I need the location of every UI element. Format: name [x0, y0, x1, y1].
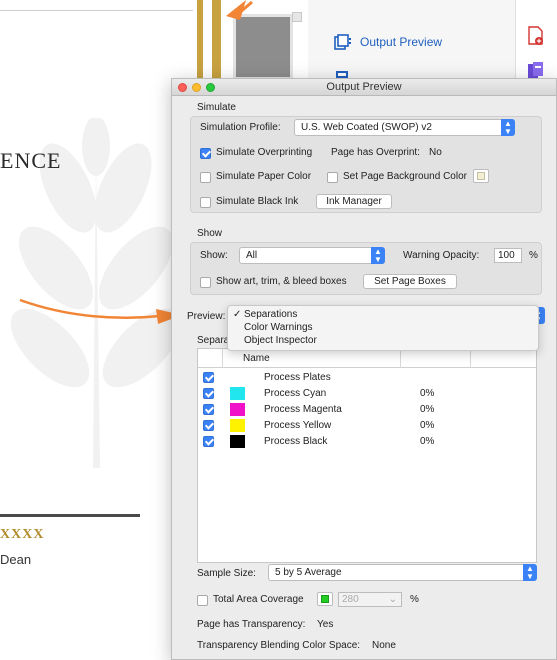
warning-opacity-field[interactable]: 100 [494, 248, 522, 263]
checkmark-icon: ✓ [233, 309, 242, 320]
separation-color-swatch [230, 435, 245, 448]
table-header: Name [198, 349, 536, 368]
ink-manager-button[interactable]: Ink Manager [316, 194, 392, 209]
table-row[interactable]: Process Magenta 0% [198, 402, 536, 418]
simulate-overprinting-label: Simulate Overprinting [216, 147, 313, 158]
total-area-value: 280 [342, 594, 359, 605]
close-button[interactable] [178, 83, 187, 92]
total-area-unit: % [410, 594, 419, 605]
chevron-down-icon: ⌄ [388, 594, 397, 605]
warning-opacity-unit: % [529, 250, 538, 261]
menu-item-separations[interactable]: Separations [244, 309, 297, 320]
preview-label: Preview: [187, 311, 226, 322]
sample-size-select[interactable]: 5 by 5 Average ▲ ▼ [268, 564, 537, 581]
separation-name: Process Magenta [264, 404, 342, 415]
separation-checkbox[interactable] [203, 436, 214, 447]
set-page-background-checkbox[interactable] [327, 172, 338, 183]
sample-size-value: 5 by 5 Average [275, 567, 342, 578]
table-row[interactable]: Process Yellow 0% [198, 418, 536, 434]
menu-item-color-warnings[interactable]: Color Warnings [244, 322, 313, 333]
separation-coverage: 0% [420, 436, 435, 447]
separation-color-swatch [230, 403, 245, 416]
page-has-overprint-value: No [429, 147, 442, 158]
simulate-overprinting-checkbox[interactable] [200, 148, 211, 159]
separation-checkbox[interactable] [203, 404, 214, 415]
simulation-profile-value: U.S. Web Coated (SWOP) v2 [301, 122, 432, 133]
set-page-boxes-button[interactable]: Set Page Boxes [363, 274, 457, 289]
separation-coverage: 0% [420, 420, 435, 431]
sample-size-label: Sample Size: [197, 568, 256, 579]
dialog-titlebar[interactable]: Output Preview [172, 79, 556, 96]
separations-table: Name Process Plates Process Cyan 0% Process… [197, 348, 537, 563]
chevron-updown-icon: ▲▼ [523, 564, 537, 581]
total-area-coverage-checkbox[interactable] [197, 595, 208, 606]
output-preview-dialog: Output Preview Simulate Simulation Profi… [171, 78, 557, 660]
separation-name: Process Cyan [264, 388, 327, 399]
blending-color-space-value: None [372, 640, 396, 651]
menu-item-object-inspector[interactable]: Object Inspector [244, 335, 317, 346]
show-boxes-checkbox[interactable] [200, 277, 211, 288]
separations-section-label: Separa [197, 335, 230, 346]
simulate-paper-color-label: Simulate Paper Color [216, 171, 312, 182]
page-has-transparency-label: Page has Transparency: [197, 619, 306, 630]
simulate-group: Simulation Profile: U.S. Web Coated (SWO… [190, 116, 542, 213]
show-select[interactable]: All ▲ ▼ [239, 247, 385, 264]
table-row[interactable]: Process Black 0% [198, 434, 536, 450]
simulation-profile-label: Simulation Profile: [200, 122, 281, 133]
page-background-color-swatch[interactable] [473, 169, 489, 183]
separation-name: Process Yellow [264, 420, 332, 431]
table-row[interactable]: Process Cyan 0% [198, 386, 536, 402]
simulate-black-ink-label: Simulate Black Ink [216, 196, 299, 207]
header-checkbox-column [198, 349, 223, 368]
show-section-label: Show [197, 228, 223, 239]
separation-color-swatch [230, 387, 245, 400]
simulation-profile-select[interactable]: U.S. Web Coated (SWOP) v2 ▲ ▼ [294, 119, 515, 136]
show-group: Show: All ▲ ▼ Warning Opacity: 100 % Show… [190, 242, 542, 295]
separation-checkbox[interactable] [203, 372, 214, 383]
total-area-value-field[interactable]: 280 ⌄ [338, 592, 402, 607]
separation-checkbox[interactable] [203, 388, 214, 399]
show-boxes-label: Show art, trim, & bleed boxes [216, 276, 347, 287]
chevron-updown-icon: ▲▼ [371, 247, 385, 264]
show-label: Show: [200, 250, 228, 261]
total-area-color-swatch[interactable] [317, 592, 333, 606]
simulate-black-ink-checkbox[interactable] [200, 197, 211, 208]
separation-coverage: 0% [420, 388, 435, 399]
separation-name: Process Plates [264, 372, 331, 383]
total-area-coverage-label: Total Area Coverage [213, 594, 304, 605]
simulate-paper-color-checkbox[interactable] [200, 172, 211, 183]
header-coverage-column [401, 349, 471, 368]
minimize-button[interactable] [192, 83, 201, 92]
warning-opacity-label: Warning Opacity: [403, 250, 480, 261]
separation-checkbox[interactable] [203, 420, 214, 431]
page-has-overprint-label: Page has Overprint: [331, 147, 420, 158]
zoom-button[interactable] [206, 83, 215, 92]
separation-name: Process Black [264, 436, 328, 447]
page-has-transparency-value: Yes [317, 619, 334, 630]
header-name[interactable]: Name [223, 349, 401, 368]
separation-coverage: 0% [420, 404, 435, 415]
show-value: All [246, 250, 258, 261]
simulate-section-label: Simulate [197, 102, 236, 113]
set-page-background-label: Set Page Background Color [343, 171, 467, 182]
chevron-updown-icon: ▲▼ [501, 119, 515, 136]
separation-color-swatch [230, 419, 245, 432]
table-row[interactable]: Process Plates [198, 370, 536, 386]
preview-dropdown-menu: ✓ Separations Color Warnings Object Insp… [227, 305, 539, 351]
dialog-title: Output Preview [326, 81, 402, 93]
blending-color-space-label: Transparency Blending Color Space: [197, 640, 361, 651]
